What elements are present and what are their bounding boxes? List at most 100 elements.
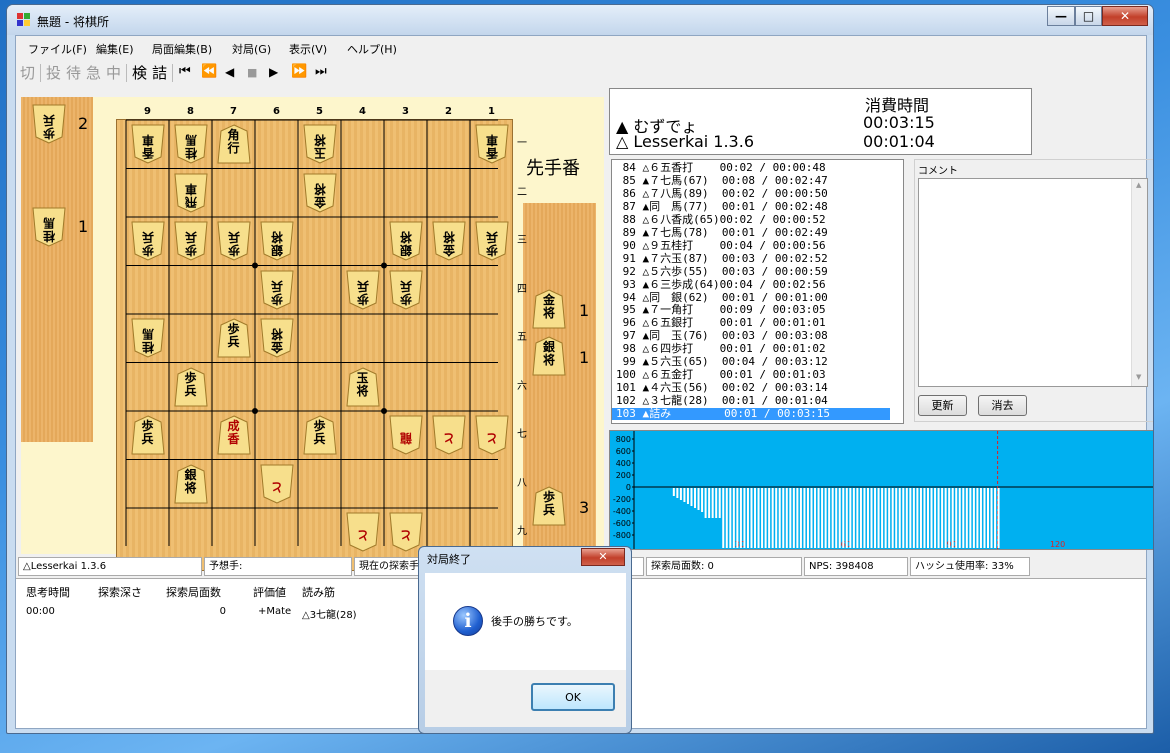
comment-scrollbar[interactable]: ▲ ▼ (1131, 179, 1147, 386)
move-row[interactable]: 102 △３七龍(28) 00:01 / 00:01:04 (612, 395, 890, 407)
board-piece[interactable]: 龍 (388, 415, 423, 455)
move-row[interactable]: 87 ▲同 馬(77) 00:01 / 00:02:48 (612, 201, 890, 213)
board-piece[interactable]: 飛 車 (173, 173, 208, 213)
board-piece[interactable]: 金 将 (431, 221, 466, 261)
back-icon[interactable]: ◀ (225, 65, 234, 79)
board-piece[interactable]: 成 香 (216, 415, 251, 455)
board-piece[interactable]: 玉 将 (345, 367, 380, 407)
move-row[interactable]: 97 ▲同 玉(76) 00:03 / 00:03:08 (612, 330, 890, 342)
move-row[interactable]: 101 ▲４六玉(56) 00:02 / 00:03:14 (612, 382, 890, 394)
pv-col-eval[interactable]: 評価値 (253, 584, 286, 600)
forward-icon[interactable]: ▶ (269, 65, 278, 79)
menu-file[interactable]: ファイル(F) (28, 41, 87, 57)
move-row[interactable]: 85 ▲７七馬(67) 00:08 / 00:02:47 (612, 175, 890, 187)
last-move-icon[interactable]: ⏭ (315, 64, 327, 79)
tb-stop[interactable]: 中 (106, 62, 121, 83)
board-piece[interactable]: 歩 兵 (130, 415, 165, 455)
move-row[interactable]: 84 △６五香打 00:02 / 00:00:48 (612, 162, 890, 174)
move-row[interactable]: 91 ▲７六玉(87) 00:03 / 00:02:52 (612, 253, 890, 265)
board-piece[interactable]: 歩 兵 (302, 415, 337, 455)
board-piece[interactable]: 歩 兵 (474, 221, 509, 261)
board-piece[interactable]: 歩 兵 (259, 270, 294, 310)
game-over-dialog: 対局終了 ✕ i 後手の勝ちです。 OK (418, 546, 632, 734)
board-piece[interactable]: 角 行 (216, 124, 251, 164)
tb-analyze[interactable]: 検 (132, 62, 147, 83)
scroll-down-icon[interactable]: ▼ (1136, 373, 1141, 381)
tb-hurry[interactable]: 急 (86, 62, 101, 83)
gote-hand-piece[interactable]: 歩 兵 (32, 104, 66, 144)
move-row[interactable]: 93 ▲６三歩成(64)00:04 / 00:02:56 (612, 279, 890, 291)
pv-row-eval: +Mate (258, 606, 292, 617)
update-button[interactable]: 更新 (918, 395, 967, 416)
move-row[interactable]: 96 △６五銀打 00:01 / 00:01:01 (612, 317, 890, 329)
board-piece[interactable]: 香 車 (130, 124, 165, 164)
board-piece[interactable]: と (474, 415, 509, 455)
move-row[interactable]: 88 △６八香成(65)00:02 / 00:00:52 (612, 214, 890, 226)
board-piece[interactable]: 桂 馬 (173, 124, 208, 164)
move-list[interactable]: 84 △６五香打 00:02 / 00:00:48 85 ▲７七馬(67) 00… (611, 159, 904, 424)
close-button[interactable]: ✕ (1102, 6, 1148, 26)
sente-hand-piece[interactable]: 金 将 (532, 289, 566, 329)
board-piece[interactable]: 銀 将 (173, 464, 208, 504)
menu-view[interactable]: 表示(V) (289, 41, 327, 57)
board-piece[interactable]: 金 将 (302, 173, 337, 213)
eval-bar (729, 488, 732, 548)
board-piece[interactable]: 歩 兵 (173, 367, 208, 407)
board-piece[interactable]: 銀 将 (388, 221, 423, 261)
move-row[interactable]: 100 △６五金打 00:01 / 00:01:03 (612, 369, 890, 381)
back-fast-icon[interactable]: ⏪ (201, 64, 217, 79)
board-piece[interactable]: と (388, 512, 423, 552)
tb-resign[interactable]: 投 (46, 62, 61, 83)
move-row[interactable]: 103 ▲詰み 00:01 / 00:03:15 (612, 408, 890, 420)
pv-col-pv[interactable]: 読み筋 (302, 584, 335, 600)
minimize-button[interactable]: — (1047, 6, 1075, 26)
sente-hand-piece[interactable]: 歩 兵 (532, 486, 566, 526)
move-row[interactable]: 94 △同 銀(62) 00:01 / 00:01:00 (612, 292, 890, 304)
clock-panel: 消費時間 ▲ むずでょ 00:03:15 △ Lesserkai 1.3.6 0… (609, 88, 1032, 155)
tb-wait[interactable]: 待 (66, 62, 81, 83)
menu-game[interactable]: 対局(G) (232, 41, 271, 57)
menu-edit[interactable]: 編集(E) (96, 41, 134, 57)
tb-tsume[interactable]: 詰 (152, 62, 167, 83)
piece-label: 歩 兵 (356, 278, 369, 306)
sente-hand-piece[interactable]: 銀 将 (532, 336, 566, 376)
forward-fast-icon[interactable]: ⏩ (291, 64, 307, 79)
move-row[interactable]: 98 △６四歩打 00:01 / 00:01:02 (612, 343, 890, 355)
gote-hand-piece[interactable]: 桂 馬 (32, 207, 66, 247)
board-piece[interactable]: 桂 馬 (130, 318, 165, 358)
board-piece[interactable]: 香 車 (474, 124, 509, 164)
board-piece[interactable]: 歩 兵 (173, 221, 208, 261)
pv-col-time[interactable]: 思考時間 (26, 584, 70, 600)
board-piece[interactable]: 歩 兵 (216, 318, 251, 358)
tb-disconnect[interactable]: 切 (20, 62, 35, 83)
move-row[interactable]: 99 ▲５六玉(65) 00:04 / 00:03:12 (612, 356, 890, 368)
pv-col-nodes[interactable]: 探索局面数 (166, 584, 221, 600)
clear-button[interactable]: 消去 (978, 395, 1027, 416)
board-piece[interactable]: 歩 兵 (388, 270, 423, 310)
menu-help[interactable]: ヘルプ(H) (347, 41, 397, 57)
board-piece[interactable]: 玉 将 (302, 124, 337, 164)
stop-icon[interactable]: ■ (247, 66, 257, 79)
scroll-up-icon[interactable]: ▲ (1136, 181, 1141, 189)
board-piece[interactable]: 歩 兵 (216, 221, 251, 261)
comment-textarea[interactable]: ▲ ▼ (918, 178, 1148, 387)
pv-col-depth[interactable]: 探索深さ (98, 584, 142, 600)
ok-button[interactable]: OK (531, 683, 615, 711)
board-piece[interactable]: 歩 兵 (345, 270, 380, 310)
maximize-button[interactable]: □ (1075, 6, 1102, 26)
board-piece[interactable]: 銀 将 (259, 221, 294, 261)
board-piece[interactable]: と (431, 415, 466, 455)
board-piece[interactable]: 金 将 (259, 318, 294, 358)
move-row[interactable]: 90 △９五桂打 00:04 / 00:00:56 (612, 240, 890, 252)
board-piece[interactable]: 歩 兵 (130, 221, 165, 261)
menu-position-edit[interactable]: 局面編集(B) (152, 41, 212, 57)
first-move-icon[interactable]: ⏮ (179, 64, 191, 79)
dialog-close-button[interactable]: ✕ (581, 548, 625, 566)
move-row[interactable]: 92 △５六歩(55) 00:03 / 00:00:59 (612, 266, 890, 278)
board-piece[interactable]: と (259, 464, 294, 504)
move-row[interactable]: 86 △７八馬(89) 00:02 / 00:00:50 (612, 188, 890, 200)
move-row[interactable]: 89 ▲７七馬(78) 00:01 / 00:02:49 (612, 227, 890, 239)
board-piece[interactable]: と (345, 512, 380, 552)
move-row[interactable]: 95 ▲７一角打 00:09 / 00:03:05 (612, 304, 890, 316)
piece-label: と (270, 479, 283, 494)
